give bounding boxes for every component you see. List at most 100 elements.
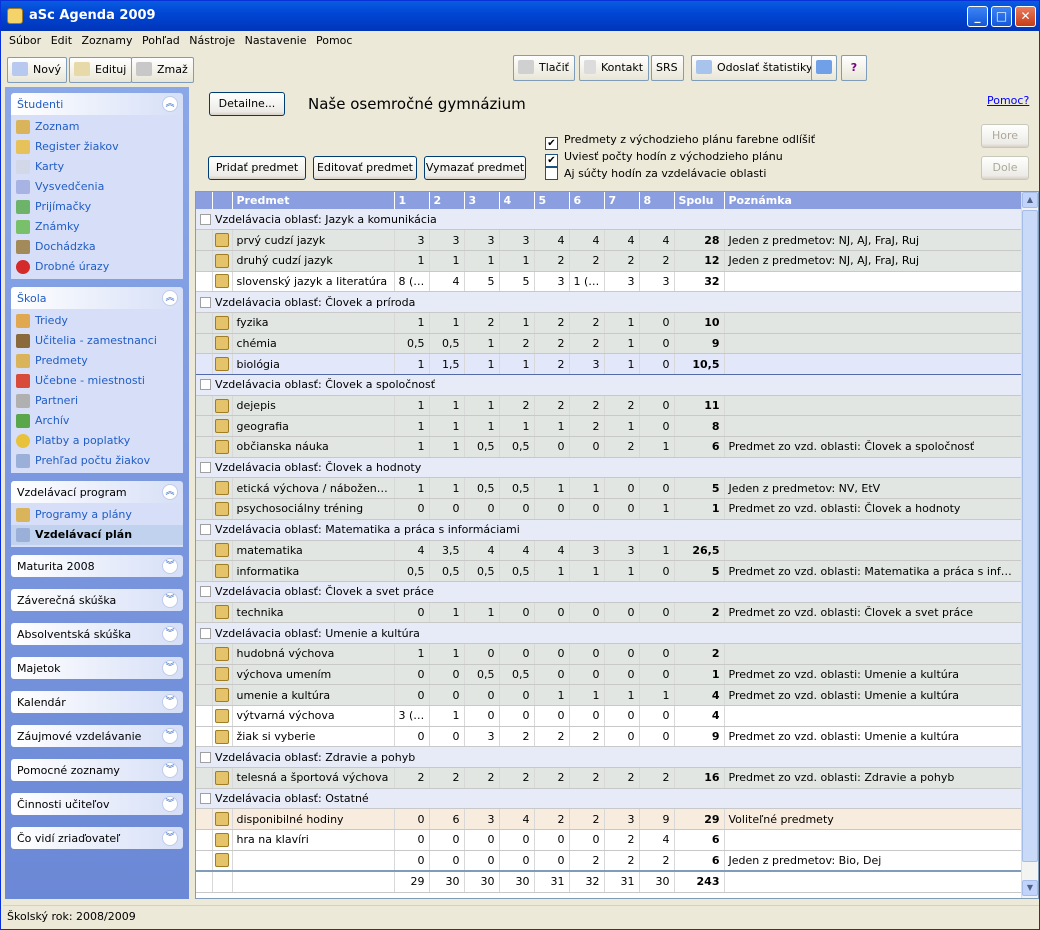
move-down-button[interactable]: Dole [981,156,1029,180]
hours-cell[interactable]: 1 [429,602,465,624]
hours-cell[interactable]: 0 [534,829,570,851]
sidebar-item-platby[interactable]: Platby a poplatky [11,431,183,451]
group-maturita[interactable]: Maturita 2008 ︾ [11,555,183,577]
hours-cell[interactable]: 1 [394,250,430,272]
expand-box-icon[interactable] [200,524,211,536]
hours-cell[interactable]: 4 [639,829,675,851]
hours-cell[interactable]: 2 [639,767,675,789]
hours-cell[interactable]: 4 [394,540,430,562]
sidebar-item-programy[interactable]: Programy a plány [11,505,183,525]
hours-cell[interactable]: 0 [639,415,675,438]
hours-cell[interactable]: 2 [499,395,535,417]
hours-cell[interactable]: 2 [604,436,640,458]
hours-cell[interactable]: 3 [604,540,640,562]
chevron-down-icon[interactable]: ︾ [162,728,178,744]
srs-button[interactable]: SRS [651,55,684,81]
hours-cell[interactable]: 1 [534,560,570,582]
hours-cell[interactable]: 0 [569,498,605,520]
checkbox[interactable] [545,167,558,180]
hours-cell[interactable]: 0 [534,436,570,458]
area-row[interactable]: Vzdelávacia oblasť: Človek a hodnoty [196,457,1023,479]
table-row[interactable]: výchova umením 0 0 0,5 0,5 0 0 0 0 1 Predmet zo vz… [196,664,1024,686]
hours-cell[interactable]: 0 [569,829,605,851]
hours-cell[interactable]: 2 [499,333,535,355]
table-row[interactable]: psychosociálny tréning 0 0 0 0 0 0 0 1 1 Predmet z… [196,498,1024,520]
sidebar-item-ucebne[interactable]: Učebne - miestnosti [11,371,183,391]
hours-cell[interactable]: 0 [499,850,535,872]
sidebar-item-zoznam[interactable]: Zoznam [11,117,183,137]
hours-cell[interactable]: 0 [569,436,605,458]
delete-subject-button[interactable]: Vymazať predmet [424,156,526,180]
hours-cell[interactable]: 0 [394,664,430,686]
chevron-down-icon[interactable]: ︾ [162,762,178,778]
minimize-button[interactable]: _ [967,6,988,27]
group-header[interactable]: Vzdelávací program ︽ [11,481,183,503]
table-row[interactable]: telesná a športová výchova 2 2 2 2 2 2 2 2 16 Pred… [196,767,1024,789]
col-header[interactable]: 4 [499,192,535,209]
hours-cell[interactable]: 0 [464,684,500,706]
close-button[interactable]: ✕ [1015,6,1036,27]
hours-cell[interactable]: 0 [499,829,535,851]
col-header[interactable]: Poznámka [724,192,1024,209]
hours-cell[interactable]: 4 [499,808,535,831]
hours-cell[interactable]: 1 [569,477,605,500]
menu-lists[interactable]: Zoznamy [82,31,133,51]
hours-cell[interactable]: 0 [394,850,430,872]
table-row[interactable]: chémia 0,5 0,5 1 2 2 2 1 0 9 [196,333,1024,355]
hours-cell[interactable]: 0 [429,664,465,686]
hours-cell[interactable]: 3 [569,353,605,375]
hours-cell[interactable]: 0 [534,643,570,665]
col-header[interactable]: Spolu [674,192,725,209]
hours-cell[interactable]: 3 [464,808,500,831]
expand-box-icon[interactable] [200,793,211,805]
group-zaverecna[interactable]: Záverečná skúška ︾ [11,589,183,611]
hours-cell[interactable]: 9 [639,808,675,831]
hours-cell[interactable]: 1 [429,643,465,665]
hours-cell[interactable]: 0,5 [499,477,535,500]
hours-cell[interactable]: 1 [569,560,605,582]
hours-cell[interactable]: 4 [464,540,500,562]
hours-cell[interactable]: 0 [429,850,465,872]
hours-cell[interactable]: 0 [464,498,500,520]
group-absolventska[interactable]: Absolventská skúška ︾ [11,623,183,645]
hours-cell[interactable]: 1 [429,250,465,272]
col-header[interactable]: 2 [429,192,465,209]
hours-cell[interactable]: 3 [394,229,430,251]
hours-cell[interactable]: 2 [639,250,675,272]
hours-cell[interactable]: 0 [639,395,675,417]
hours-cell[interactable]: 0 [464,829,500,851]
hours-cell[interactable]: 1 [464,395,500,417]
hours-cell[interactable]: 1 [394,643,430,665]
group-zriadovatel[interactable]: Čo vidí zriaďovateľ ︾ [11,827,183,849]
hours-cell[interactable]: 0 [394,829,430,851]
hours-cell[interactable]: 1 [604,353,640,375]
hours-cell[interactable]: 0 [639,477,675,500]
hours-cell[interactable]: 0 [604,477,640,500]
hours-cell[interactable]: 1 [534,684,570,706]
sidebar-item-dochadzka[interactable]: Dochádzka [11,237,183,257]
hours-cell[interactable]: 0,5 [394,333,430,355]
maximize-button[interactable]: □ [991,6,1012,27]
hours-cell[interactable]: 0 [534,498,570,520]
hours-cell[interactable]: 2 [604,829,640,851]
col-header[interactable]: 3 [464,192,500,209]
hours-cell[interactable]: 1 [429,705,465,727]
table-row[interactable]: fyzika 1 1 2 1 2 2 1 0 10 [196,312,1024,334]
table-row[interactable]: druhý cudzí jazyk 1 1 1 1 2 2 2 2 12 Jeden z predm… [196,250,1024,272]
sidebar-item-karty[interactable]: Karty [11,157,183,177]
table-row[interactable]: slovenský jazyk a literatúra 8 (4) 4 5 5 3 1 (… [196,271,1024,293]
hours-cell[interactable]: 1,5 [429,353,465,375]
hours-cell[interactable]: 2 [534,312,570,334]
hours-cell[interactable]: 0,5 [429,333,465,355]
sidebar-item-znamky[interactable]: Známky [11,217,183,237]
hours-cell[interactable]: 0 [429,829,465,851]
group-header[interactable]: Škola ︽ [11,287,183,309]
col-header[interactable]: 5 [534,192,570,209]
hours-cell[interactable]: 0 [429,498,465,520]
hours-cell[interactable]: 4 [534,229,570,251]
hours-cell[interactable]: 1 [639,436,675,458]
area-row[interactable]: Vzdelávacia oblasť: Človek a príroda [196,291,1023,313]
hours-cell[interactable]: 1 [639,498,675,520]
vertical-scrollbar[interactable]: ▲ ▼ [1021,192,1038,898]
hours-cell[interactable]: 0,5 [394,560,430,582]
